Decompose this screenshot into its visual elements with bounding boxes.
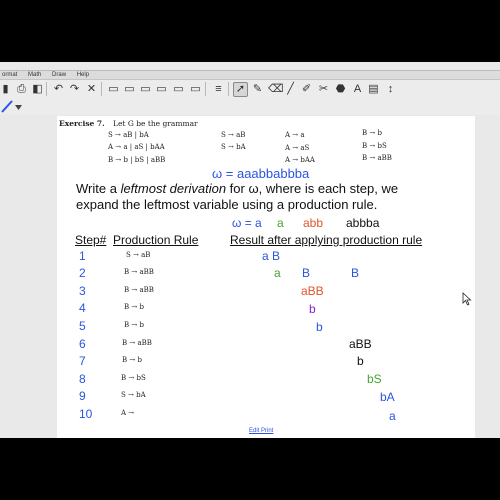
window-icon[interactable]: ▭ [188,82,203,97]
result-text: aBB [349,337,372,351]
result-text: b [309,302,316,316]
result-text: b [357,354,364,368]
more-tools-icon[interactable]: ↕ [383,82,398,97]
step-number: 6 [79,337,86,351]
monitor-icon[interactable]: ▭ [138,82,153,97]
toolbar-divider [46,82,47,96]
result-text: B [351,266,360,280]
production-rule: S → aB [126,251,151,259]
production-rule: B → bS [121,374,146,382]
result-text: bS [367,372,382,386]
header-production-rule: Production Rule [113,233,199,247]
grammar-rule: B → b | bS | aBB [108,156,166,164]
result-text: B [302,266,311,280]
omega-part-3: abbba [346,216,380,230]
step-number: 1 [79,249,86,263]
result-text: b [316,320,323,334]
production-rule: A → [121,409,135,417]
eraser-icon[interactable]: ⌫ [267,82,284,97]
insert-space-icon[interactable]: ▤ [366,82,381,97]
menu-bar: ormat Math Draw Help [0,70,500,80]
omega-prefix: ω = a [232,216,262,230]
production-rule: B → aBB [124,286,154,294]
step-number: 2 [79,266,86,280]
text-icon[interactable]: A [350,82,365,97]
menu-format[interactable]: ormat [2,71,17,79]
grammar-rule: A → bAA [285,156,315,164]
step-number: 7 [79,354,86,368]
grammar-rule: A → a | aS | bAA [108,143,165,151]
instruction-line-1: Write a leftmost derivation for ω, where… [76,181,399,196]
header-result: Result after applying production rule [230,233,423,247]
page-icon[interactable]: ▮ [0,82,13,97]
screen-icon[interactable]: ▭ [122,82,137,97]
result-text: bA [380,390,395,404]
menu-draw[interactable]: Draw [52,71,66,79]
grammar-rule: S → aB [221,131,246,139]
list-icon[interactable]: ≡ [211,82,226,97]
mouse-cursor-icon [462,292,472,306]
omega-part-1: a [277,216,284,230]
toolbar-divider [205,82,206,96]
menu-math[interactable]: Math [28,71,41,79]
grammar-rule: A → a [285,131,305,139]
undo-icon[interactable]: ↶ [51,82,66,97]
step-number: 3 [79,284,86,298]
print-icon[interactable]: ⎙ [14,82,29,97]
omega-string: ω = aaabbabbba [212,166,310,181]
capture-icon[interactable]: ▭ [171,82,186,97]
exercise-title: Exercise 7. [59,119,105,128]
instruction-line-2: expand the leftmost variable using a pro… [76,197,378,212]
highlighter-icon[interactable]: ✐ [299,82,314,97]
menu-help[interactable]: Help [77,71,89,79]
delete-icon[interactable]: ✕ [84,82,99,97]
step-number: 4 [79,301,86,315]
grammar-rule: A → aS [285,144,310,152]
journal-page[interactable]: Exercise 7. Let G be the grammar S → aB … [57,116,475,438]
production-rule: S → bA [121,391,146,399]
shape-icon[interactable]: ⬣ [333,82,348,97]
step-number: 5 [79,319,86,333]
grammar-rule: B → bS [362,142,387,150]
step-number: 10 [79,407,93,421]
secondary-toolbar [0,98,500,115]
header-step: Step# [75,233,107,247]
step-number: 9 [79,389,86,403]
exercise-intro: Let G be the grammar [113,119,198,128]
new-page-icon[interactable]: ▭ [106,82,121,97]
pen-icon[interactable]: ✎ [250,82,265,97]
production-rule: B → aBB [124,268,154,276]
result-text: aBB [301,284,324,298]
footer-link[interactable]: Edit Print [249,428,273,434]
result-text: a [389,409,396,423]
production-rule: B → b [122,356,142,364]
dropdown-arrow-icon[interactable] [15,102,23,112]
select-pointer-icon[interactable]: ➚ [233,82,248,97]
production-rule: B → b [124,303,144,311]
application-window: ormat Math Draw Help ▮ ⎙ ◧ ↶ ↷ ✕ ▭ ▭ ▭ ▭… [0,62,500,438]
redo-icon[interactable]: ↷ [67,82,82,97]
production-rule: B → b [124,321,144,329]
result-text: a [274,266,281,280]
grammar-rule: S → aB | bA [108,131,149,139]
result-text: a B [262,249,281,263]
omega-part-2: abb [303,216,324,230]
grammar-rule: S → bA [221,143,246,151]
step-number: 8 [79,372,86,386]
grammar-rule: B → aBB [362,154,392,162]
scissors-icon[interactable]: ✂ [316,82,331,97]
display-icon[interactable]: ▭ [154,82,169,97]
grammar-rule: B → b [362,129,382,137]
toolbar-divider [101,82,102,96]
view-icon[interactable]: ◧ [30,82,45,97]
toolbar: ▮ ⎙ ◧ ↶ ↷ ✕ ▭ ▭ ▭ ▭ ▭ ▭ ≡ ➚ ✎ ⌫ ╱ ✐ ✂ ⬣ … [0,80,500,98]
pen-color-icon[interactable] [0,99,14,113]
production-rule: B → aBB [122,339,152,347]
line-icon[interactable]: ╱ [283,82,298,97]
toolbar-divider [228,82,229,96]
